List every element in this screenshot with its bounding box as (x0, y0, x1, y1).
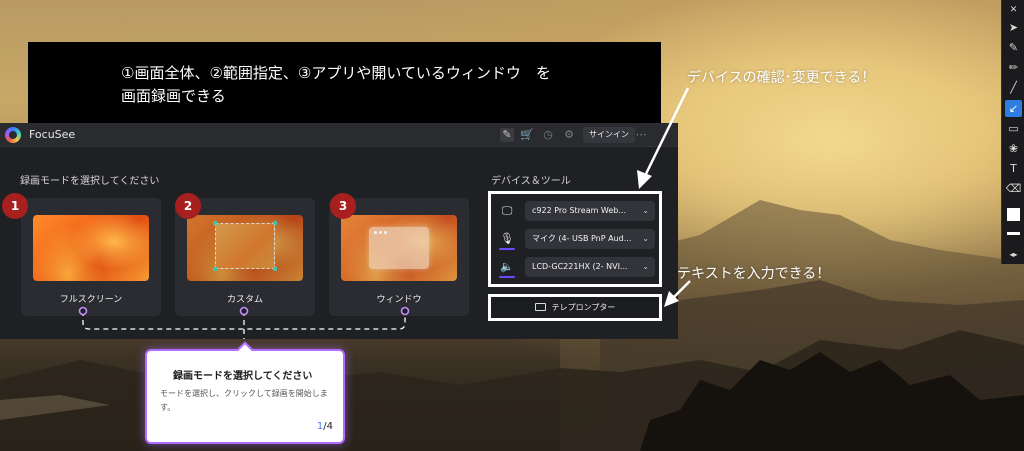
device-panel: 🖵 c922 Pro Stream Web... ⌄ 🎙 マイク (4- USB… (488, 191, 662, 287)
selection-rectangle (213, 221, 277, 271)
shapes-icon[interactable]: ❀ (1005, 140, 1022, 157)
onboarding-tooltip: 録画モードを選択してください モードを選択し、クリックして録画を開始します。 1… (145, 341, 345, 444)
focusee-window: FocuSee ✎ 🛒 ◷ ⚙ サインイン ⋯ 録画モードを選択してください デ… (0, 123, 678, 339)
teleprompter-button[interactable]: テレプロンプター (488, 294, 662, 321)
microphone-select[interactable]: マイク (4- USB PnP Aud... ⌄ (525, 229, 655, 249)
color-swatch[interactable] (1007, 208, 1020, 221)
device-row-microphone: 🎙 マイク (4- USB PnP Aud... ⌄ (495, 227, 655, 251)
edit-icon[interactable]: ✎ (500, 128, 514, 142)
pen-icon[interactable]: ✎ (1005, 39, 1022, 56)
caption-line-1: ①画面全体、②範囲指定、③アプリや開いているウィンドウ を (121, 64, 551, 82)
selection-handle (213, 267, 217, 271)
annotation-device-note: デバイスの確認･変更できる！ (687, 70, 876, 86)
window-thumbnail (341, 215, 457, 281)
cursor-icon[interactable]: ➤ (1005, 19, 1022, 36)
monitor-webcam-icon: 🖵 (501, 204, 513, 217)
focusee-logo-icon (5, 127, 21, 143)
chevron-down-icon: ⌄ (642, 234, 649, 243)
teleprompter-label: テレプロンプター (551, 303, 616, 312)
clock-icon[interactable]: ◷ (541, 128, 555, 142)
tooltip-title: 録画モードを選択してください (173, 371, 313, 382)
selection-handle (273, 221, 277, 225)
mode-label-window: ウィンドウ (376, 295, 422, 305)
chevron-down-icon: ⌄ (642, 206, 649, 215)
step-badge-2: 2 (175, 193, 201, 219)
mode-label-fullscreen: フルスクリーン (59, 295, 123, 305)
custom-thumbnail (187, 215, 303, 281)
marker-icon[interactable]: ✏ (1005, 59, 1022, 76)
selection-handle (213, 221, 217, 225)
camera-select[interactable]: c922 Pro Stream Web... ⌄ (525, 201, 655, 221)
camera-select-value: c922 Pro Stream Web... (532, 206, 627, 215)
cart-icon[interactable]: 🛒 (520, 128, 534, 142)
mode-card-fullscreen[interactable]: フルスクリーン (21, 198, 161, 316)
signin-button[interactable]: サインイン (583, 127, 635, 143)
fullscreen-thumbnail (33, 215, 149, 281)
arrow-icon[interactable]: ↙ (1005, 100, 1022, 117)
window-mock-icon (369, 227, 429, 269)
close-icon[interactable]: ✕ (1005, 2, 1022, 19)
annotation-text-note: テキストを入力できる！ (677, 266, 831, 282)
selection-handle (273, 267, 277, 271)
tooltip-body: モードを選択し、クリックして録画を開始します。 (160, 389, 328, 412)
device-row-camera: 🖵 c922 Pro Stream Web... ⌄ (495, 199, 655, 223)
speaker-icon: 🔈 (497, 258, 517, 278)
tooltip-step-total: /4 (323, 421, 333, 432)
microphone-select-value: マイク (4- USB PnP Aud... (532, 234, 632, 243)
line-icon[interactable]: ╱ (1005, 79, 1022, 96)
caption-banner: ①画面全体、②範囲指定、③アプリや開いているウィンドウ を 画面録画できる (28, 42, 661, 124)
mode-section-title: 録画モードを選択してください (20, 176, 160, 187)
device-section-title: デバイス＆ツール (491, 176, 571, 187)
chevron-down-icon: ⌄ (642, 262, 649, 271)
speaker-select[interactable]: LCD-GC221HX (2- NVI... ⌄ (525, 257, 655, 277)
speaker-select-value: LCD-GC221HX (2- NVI... (532, 262, 628, 271)
app-name: FocuSee (29, 128, 76, 141)
line-width-icon[interactable] (1007, 232, 1020, 235)
microphone-icon: 🎙 (497, 230, 517, 250)
step-badge-3: 3 (330, 193, 356, 219)
caption-line-2: 画面録画できる (121, 87, 226, 105)
gear-icon[interactable]: ⚙ (562, 128, 576, 142)
expand-icon[interactable]: ◂▸ (1005, 246, 1022, 263)
mode-label-custom: カスタム (226, 295, 263, 305)
more-icon[interactable]: ⋯ (634, 128, 648, 142)
rectangle-icon[interactable]: ▭ (1005, 120, 1022, 137)
tooltip-step-counter: 1/4 (317, 421, 333, 432)
teleprompter-icon (534, 303, 546, 311)
annotation-toolbar: ✕ ➤ ✎ ✏ ╱ ↙ ▭ ❀ T ⌫ ◂▸ (1001, 0, 1024, 264)
step-badge-1: 1 (2, 193, 28, 219)
device-row-speaker: 🔈 LCD-GC221HX (2- NVI... ⌄ (495, 255, 655, 279)
title-bar: FocuSee ✎ 🛒 ◷ ⚙ サインイン ⋯ (0, 123, 678, 147)
text-tool-icon[interactable]: T (1005, 160, 1022, 177)
eraser-icon[interactable]: ⌫ (1005, 180, 1022, 197)
